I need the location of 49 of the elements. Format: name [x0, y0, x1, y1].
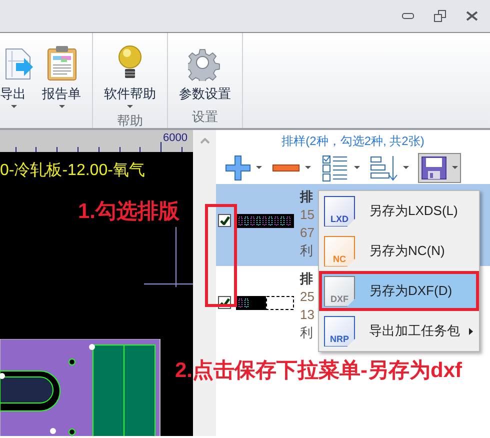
row-detail: 25 [300, 288, 314, 306]
checkbox[interactable] [218, 214, 231, 227]
panel-header: 排样(2种，勾选2种, 共2张) [280, 133, 426, 150]
layout-thumbnail [236, 296, 294, 310]
menu-item[interactable]: NC 另存为NC(N) [319, 231, 479, 271]
minimize-icon[interactable] [402, 13, 414, 19]
row-detail: 13 [300, 306, 314, 324]
ruler-label: 6000 [163, 131, 188, 146]
caret-icon[interactable] [354, 166, 360, 170]
ribbon-button[interactable]: 软件帮助 [102, 43, 158, 111]
restore-icon[interactable] [434, 10, 446, 22]
row-title: 排 [300, 188, 314, 206]
checklist-icon [321, 154, 349, 182]
group-label: 设置 [192, 108, 218, 126]
file-icon: NC [324, 236, 355, 266]
ribbon-button[interactable]: 导出 [0, 43, 30, 128]
file-icon: LXD [324, 196, 355, 226]
menu-item[interactable]: NRP 导出加工任务包 [319, 311, 479, 351]
caret-icon[interactable] [256, 166, 262, 170]
clipboard-icon [46, 43, 78, 81]
caret-icon[interactable] [127, 105, 133, 109]
light-bulb-icon [118, 43, 142, 81]
file-icon: NRP [324, 316, 355, 346]
crosshair-icon [144, 227, 193, 287]
remove-icon [272, 163, 300, 173]
row-detail: 15 [300, 206, 314, 224]
toolbar-button[interactable] [418, 153, 461, 183]
ribbon-button[interactable]: 报告单 [40, 43, 83, 128]
row-title: 排 [300, 270, 314, 288]
row-detail: 67 [300, 224, 314, 242]
row-detail: 利 [300, 242, 314, 260]
caret-icon[interactable] [11, 105, 17, 109]
annotation-text: 2.点击保存下拉菜单-另存为dxf [175, 358, 462, 384]
file-icon: DXF [324, 276, 355, 306]
group-label: 帮助 [117, 112, 143, 130]
annotation-text: 1.勾选排版 [78, 199, 180, 225]
row-detail: 利 [300, 324, 314, 342]
caret-icon[interactable] [305, 166, 311, 170]
menu-item[interactable]: DXF 另存为DXF(D) [319, 271, 479, 311]
sort-icon [370, 154, 398, 182]
layout-thumbnail [236, 214, 294, 228]
ribbon-button[interactable]: 参数设置 [177, 43, 233, 106]
caret-icon[interactable] [403, 166, 409, 170]
close-icon[interactable] [466, 11, 478, 21]
sheet-title: 0-冷轧板-12.00-氧气 [0, 161, 145, 181]
menu-item[interactable]: LXD 另存为LXDS(L) [319, 191, 479, 231]
caret-icon[interactable] [452, 166, 458, 170]
add-icon [225, 155, 251, 181]
caret-icon[interactable] [58, 105, 64, 109]
